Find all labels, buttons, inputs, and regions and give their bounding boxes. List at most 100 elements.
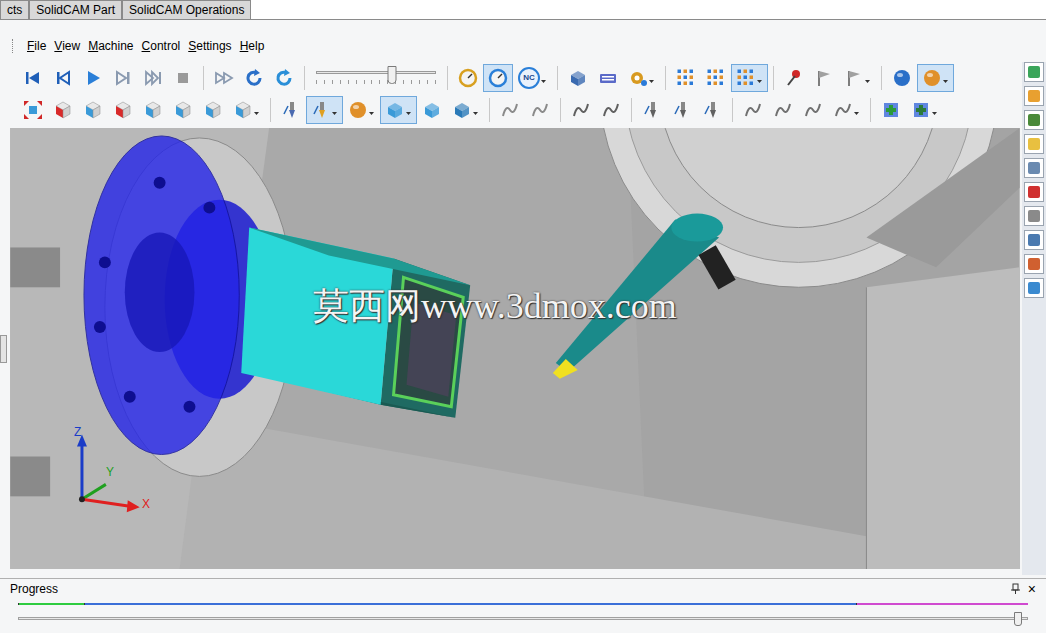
menu-item[interactable]: Control (138, 37, 185, 55)
toolbar-button[interactable] (343, 96, 380, 124)
document-tab[interactable]: SolidCAM Operations (122, 0, 251, 20)
dropdown-arrow-icon[interactable] (405, 100, 412, 120)
toolbar-button[interactable] (667, 96, 697, 124)
toolbar-button[interactable] (495, 96, 525, 124)
dropdown-arrow-icon[interactable] (331, 100, 338, 120)
dropdown-arrow-icon[interactable] (472, 100, 479, 120)
toolbar-separator (447, 66, 448, 90)
viewport[interactable]: 莫西网www.3dmox.comZYX (8, 128, 1022, 569)
timeline-segment (856, 603, 1028, 605)
toolbar-button[interactable] (563, 64, 593, 92)
toolbar-button[interactable] (453, 64, 483, 92)
curve-icon (803, 100, 823, 120)
box-icon (568, 68, 588, 88)
toolbar-button[interactable] (417, 96, 447, 124)
toolbar-button[interactable] (697, 96, 727, 124)
toolbar-button[interactable] (306, 96, 343, 124)
dropdown-arrow-icon[interactable] (648, 68, 655, 88)
side-panel-button[interactable] (1024, 254, 1044, 274)
toolbar-button[interactable] (78, 64, 108, 92)
toolbar-button[interactable]: NC (513, 64, 552, 92)
toolbar-button[interactable] (906, 96, 943, 124)
side-panel-button[interactable] (1024, 110, 1044, 130)
dropdown-arrow-icon[interactable] (931, 100, 938, 120)
toolbar-button[interactable] (168, 64, 198, 92)
progress-thumb[interactable] (1014, 612, 1022, 626)
side-panel-button[interactable] (1024, 62, 1044, 82)
menu-item[interactable]: Help (236, 37, 269, 55)
toolbar-button[interactable] (138, 96, 168, 124)
side-panel-button[interactable] (1024, 86, 1044, 106)
toolbar-button[interactable] (671, 64, 701, 92)
toolbar-button[interactable] (48, 96, 78, 124)
side-panel-button[interactable] (1024, 206, 1044, 226)
toolbar-button[interactable] (828, 96, 865, 124)
toolbar-button[interactable] (198, 96, 228, 124)
toolbar-button[interactable] (566, 96, 596, 124)
toolbar-button[interactable] (168, 96, 198, 124)
toolbar-button[interactable] (768, 96, 798, 124)
toolbar-button[interactable] (108, 64, 138, 92)
toolbar-button[interactable] (525, 96, 555, 124)
close-button[interactable]: × (1028, 582, 1036, 596)
collapse-handle[interactable] (0, 128, 8, 569)
toolbar-button[interactable] (917, 64, 954, 92)
cube-icon (233, 100, 253, 120)
toolbar-button[interactable] (798, 96, 828, 124)
dropdown-arrow-icon[interactable] (368, 100, 375, 120)
side-panel-button[interactable] (1024, 278, 1044, 298)
toolbar-button[interactable] (483, 64, 513, 92)
toolbar-button[interactable] (269, 64, 299, 92)
progress-slider[interactable] (18, 612, 1028, 626)
document-tab-strip: ctsSolidCAM PartSolidCAM Operations (0, 0, 1046, 20)
toolbar-button[interactable] (731, 64, 768, 92)
toolbar-button[interactable] (738, 96, 768, 124)
toolbar-button[interactable] (593, 64, 623, 92)
side-panel-button[interactable] (1024, 230, 1044, 250)
toolbar-button[interactable] (876, 96, 906, 124)
menu-item[interactable]: Machine (84, 37, 137, 55)
dropdown-arrow-icon[interactable] (864, 68, 871, 88)
toolbar-button[interactable] (209, 64, 239, 92)
toolbar-button[interactable] (276, 96, 306, 124)
slider-thumb[interactable] (387, 66, 396, 84)
toolbar-button[interactable] (380, 96, 417, 124)
toolbar-button[interactable] (637, 96, 667, 124)
toolbar-button[interactable] (623, 64, 660, 92)
toolbar-button[interactable] (447, 96, 484, 124)
dropdown-arrow-icon[interactable] (853, 100, 860, 120)
side-panel-button[interactable] (1024, 182, 1044, 202)
menu-item[interactable]: File (23, 37, 50, 55)
dropdown-arrow-icon[interactable] (756, 68, 763, 88)
side-panel-button[interactable] (1024, 158, 1044, 178)
toolbar-button[interactable] (701, 64, 731, 92)
speed-slider[interactable] (316, 66, 436, 90)
dropdown-arrow-icon[interactable] (253, 100, 260, 120)
dropdown-arrow-icon[interactable] (942, 68, 949, 88)
toolbar-button[interactable] (839, 64, 876, 92)
pin-icon[interactable] (1010, 583, 1022, 595)
toolbar-separator (489, 98, 490, 122)
toolbar-button[interactable] (108, 96, 138, 124)
menu-item[interactable]: View (50, 37, 84, 55)
machine-scene[interactable] (8, 128, 1022, 569)
document-tab[interactable]: SolidCAM Part (29, 0, 122, 20)
document-tab[interactable]: cts (0, 0, 29, 20)
toolbar-button[interactable] (18, 96, 48, 124)
side-panel-button[interactable] (1024, 134, 1044, 154)
toolbar-button[interactable] (239, 64, 269, 92)
toolbar-button[interactable] (596, 96, 626, 124)
toolbar-separator (881, 66, 882, 90)
toolbar-button[interactable] (48, 64, 78, 92)
toolbar-button[interactable] (887, 64, 917, 92)
toolbar-button[interactable] (18, 64, 48, 92)
toolbar-separator (557, 66, 558, 90)
toolbar-button[interactable] (779, 64, 809, 92)
toolbar-button[interactable] (78, 96, 108, 124)
tool-icon (672, 100, 692, 120)
toolbar-button[interactable] (809, 64, 839, 92)
toolbar-button[interactable] (228, 96, 265, 124)
menu-item[interactable]: Settings (184, 37, 235, 55)
dropdown-arrow-icon[interactable] (540, 68, 547, 88)
toolbar-button[interactable] (138, 64, 168, 92)
